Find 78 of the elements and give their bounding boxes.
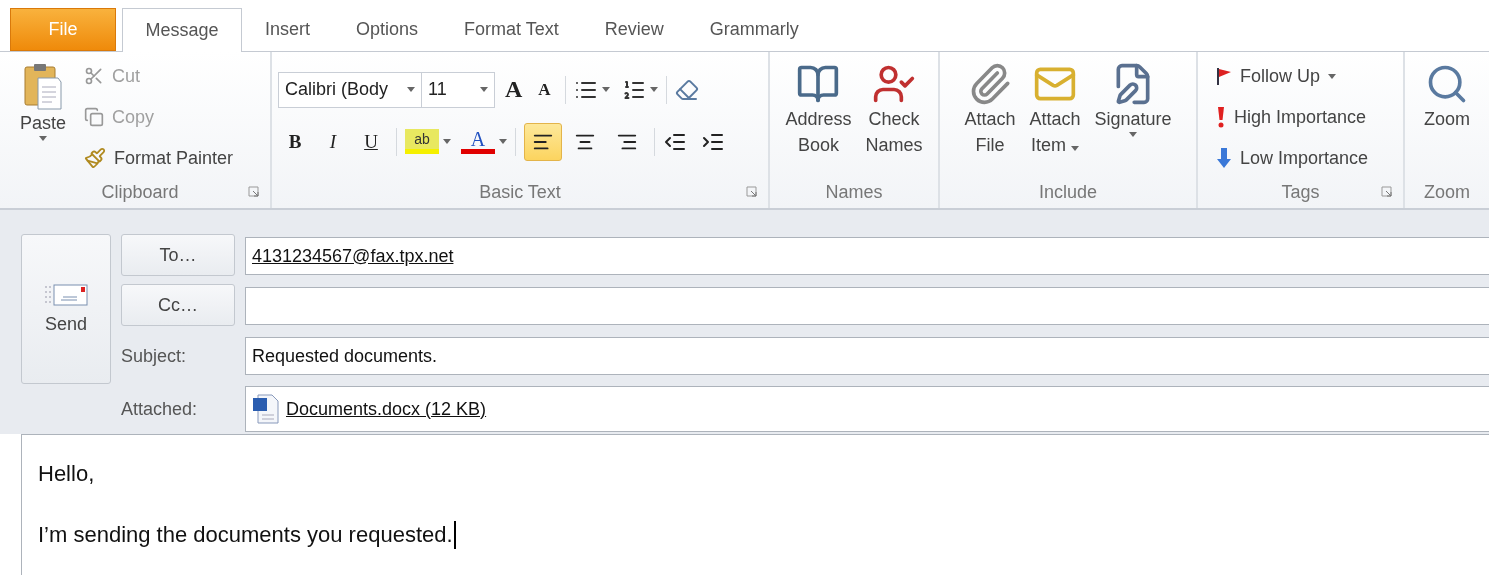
ribbon-button[interactable]: High Importance (1216, 100, 1369, 134)
font-color-button[interactable]: A (461, 129, 495, 155)
ribbon-button[interactable]: Attach Item (1025, 59, 1085, 176)
to-button[interactable]: To… (121, 234, 235, 276)
format-button[interactable]: U (354, 124, 388, 159)
highlight-button[interactable]: ab (405, 129, 439, 155)
attachment-link[interactable]: Documents.docx (12 KB) (286, 398, 487, 420)
caret-icon (649, 87, 658, 93)
cc-field[interactable] (245, 287, 1489, 325)
caret-icon (1071, 145, 1079, 151)
ribbon-tab[interactable]: Review (581, 7, 687, 51)
shrink-font-button[interactable]: A (532, 79, 557, 100)
document-icon (252, 394, 280, 424)
ribbon-tab[interactable]: Grammarly (686, 7, 822, 51)
ribbon-button[interactable]: Check Names (861, 59, 927, 176)
button-label: Names (865, 133, 923, 157)
envelope-icon (43, 283, 89, 306)
cc-button[interactable]: Cc… (121, 284, 235, 326)
format-button[interactable]: I (316, 124, 350, 159)
caret-icon (601, 87, 610, 93)
font-size-dropdown[interactable]: 11 (421, 71, 495, 108)
ribbon-tab[interactable]: Insert (242, 7, 334, 51)
button-label: Attach (1029, 107, 1081, 131)
group-label: Basic Text (479, 181, 561, 203)
caret-icon (1129, 131, 1138, 137)
dialog-launcher-icon[interactable] (746, 186, 758, 198)
align-button[interactable] (524, 122, 562, 161)
button-label: Signature (1094, 107, 1172, 131)
recipient-link[interactable]: 4131234567@fax.tpx.net (252, 245, 454, 267)
caret-icon (1328, 73, 1337, 79)
group-label: Tags (1281, 181, 1320, 203)
button-label: Item (1030, 131, 1079, 158)
font-name-dropdown[interactable]: Calibri (Body (278, 71, 422, 108)
exclamation-icon (1216, 106, 1226, 129)
subject-label: Subject: (121, 345, 188, 367)
ribbon-tab[interactable]: Message (122, 7, 242, 52)
group-label: Zoom (1424, 181, 1470, 203)
caret-icon (407, 87, 415, 93)
flag-icon (1216, 67, 1232, 86)
body-text: I’m sending the documents you requested. (38, 522, 453, 548)
down-arrow-icon (1216, 147, 1232, 170)
ribbon-button[interactable]: Follow Up (1216, 59, 1369, 93)
button-label: Attach (964, 107, 1016, 131)
paintbrush-icon (84, 147, 107, 170)
attached-label: Attached: (121, 398, 199, 420)
ribbon-button[interactable]: Address Book (781, 59, 856, 176)
ribbon-tab[interactable]: Format Text (441, 7, 582, 51)
button-label: Check (868, 107, 920, 131)
button-label: File (975, 133, 1005, 157)
grow-font-button[interactable]: A (499, 76, 529, 104)
group-label: Names (825, 181, 883, 203)
subject-field[interactable]: Requested documents. (245, 337, 1489, 375)
eraser-icon[interactable] (674, 77, 699, 102)
caret-icon (443, 139, 451, 145)
dialog-launcher-icon[interactable] (1381, 186, 1393, 198)
group-label: Clipboard (101, 181, 179, 203)
to-field[interactable]: 4131234567@fax.tpx.net (245, 237, 1489, 275)
send-button[interactable]: Send (21, 234, 111, 384)
zoom-button[interactable]: Zoom (1420, 59, 1474, 176)
message-body[interactable]: Hello, I’m sending the documents you requested. (21, 434, 1489, 575)
dialog-launcher-icon[interactable] (248, 186, 260, 198)
ribbon-button[interactable]: Attach File (960, 59, 1020, 176)
format-button[interactable]: B (278, 124, 312, 159)
copy-icon (84, 107, 105, 128)
body-text: Hello, (38, 461, 95, 487)
ribbon-tab[interactable]: Options (333, 7, 442, 51)
clipboard-icon (24, 61, 62, 110)
button-label: Book (797, 133, 839, 157)
group-label: Include (1038, 181, 1097, 203)
paste-button[interactable]: Paste (16, 59, 71, 176)
ribbon-button[interactable]: Format Painter (84, 141, 234, 175)
caret-icon (480, 87, 488, 93)
text-cursor (453, 521, 456, 549)
ribbon-button[interactable]: Signature (1090, 59, 1176, 176)
caret-icon (499, 139, 507, 145)
button-label: Address (785, 107, 852, 131)
ribbon-button[interactable]: Low Importance (1216, 141, 1369, 175)
caret-icon (39, 135, 47, 141)
